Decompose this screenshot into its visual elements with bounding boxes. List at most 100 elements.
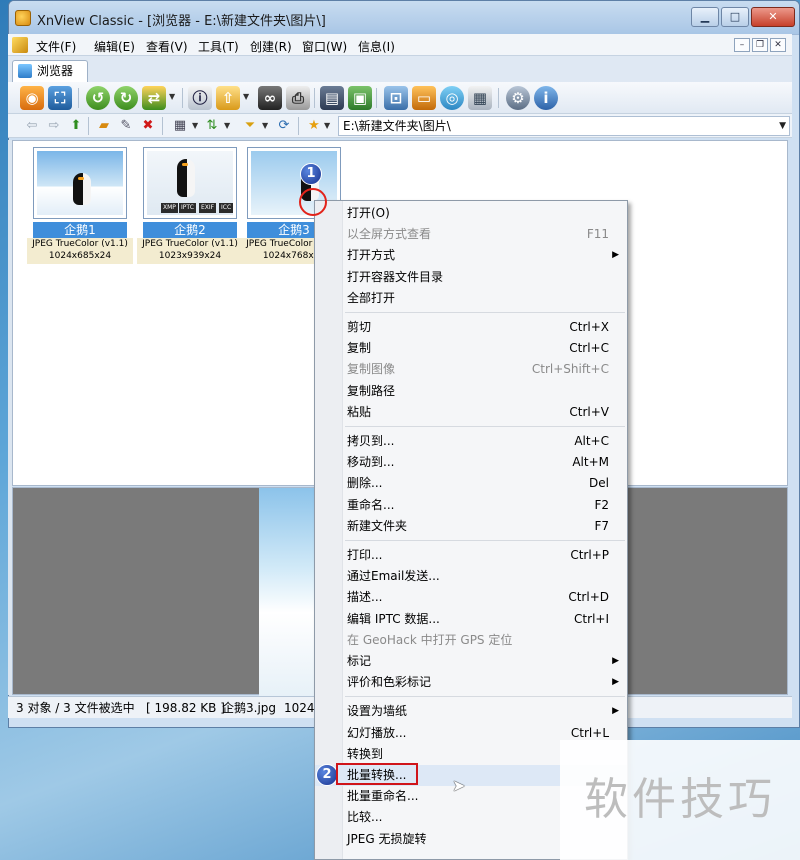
metadata-badge: ICC xyxy=(219,203,233,213)
capture-icon[interactable]: ⊡ xyxy=(384,86,408,110)
convert-icon[interactable]: ⇄ xyxy=(142,86,166,110)
settings-gear-icon[interactable]: ⚙ xyxy=(506,86,530,110)
convert-dropdown-caret[interactable]: ▼ xyxy=(169,92,175,101)
context-menu-item[interactable]: 描述... Ctrl+D xyxy=(315,587,627,608)
penguin-thumbnail-image xyxy=(37,151,123,215)
context-menu-item[interactable]: 标记 ▶ xyxy=(315,651,627,672)
context-menu-item[interactable]: 复制 Ctrl+C xyxy=(315,338,627,359)
export-icon[interactable]: ⇧ xyxy=(216,86,240,110)
navigation-bar: ⇦ ⇨ ⬆ ▰ ✎ ✖ ▦ ▼ ⇅ ▼ ⏷ ▼ ⟳ ★ ▼ E:\新建文件夹\图… xyxy=(8,114,792,138)
context-menu-item[interactable]: 新建文件夹 F7 xyxy=(315,516,627,537)
back-arrow-icon[interactable]: ⇦ xyxy=(24,118,40,134)
menu-item-shortcut: Del xyxy=(589,476,609,491)
menu-window[interactable]: 窗口(W) xyxy=(302,38,347,55)
menu-edit[interactable]: 编辑(E) xyxy=(94,38,135,55)
refresh-icon[interactable]: ⟳ xyxy=(276,118,292,134)
export-dropdown-caret[interactable]: ▼ xyxy=(243,92,249,101)
sort-dropdown-caret[interactable]: ▼ xyxy=(224,121,230,130)
toolbar-separator xyxy=(498,88,499,108)
filter-icon[interactable]: ⏷ xyxy=(242,118,258,134)
menu-item-label: 拷贝到... xyxy=(347,434,395,448)
context-menu-item[interactable]: 编辑 IPTC 数据... Ctrl+I xyxy=(315,609,627,630)
context-menu-item[interactable]: 全部打开 xyxy=(315,288,627,309)
menu-item-label: 打开(O) xyxy=(347,206,390,220)
close-button[interactable]: ✕ xyxy=(751,7,795,27)
menu-create[interactable]: 创建(R) xyxy=(250,38,292,55)
context-menu-item[interactable]: 打开(O) xyxy=(315,203,627,224)
rename-icon[interactable]: ✎ xyxy=(118,118,134,134)
menu-item-label: 新建文件夹 xyxy=(347,518,408,533)
menu-item-label: 设置为墙纸 xyxy=(347,704,408,719)
document-menu-icon[interactable] xyxy=(12,37,28,53)
filter-dropdown-caret[interactable]: ▼ xyxy=(262,121,268,130)
view-icon[interactable]: ◉ xyxy=(20,86,44,110)
thumbnail-item[interactable]: XMP IPTC EXIF ICC 企鹅2 JPEG TrueColor (v1… xyxy=(137,147,243,264)
print-icon[interactable]: ⎙ xyxy=(286,86,310,110)
thumbnail-view-icon[interactable]: ▦ xyxy=(172,118,188,134)
thumbnail-item[interactable]: 企鹅1 JPEG TrueColor (v1.1) 1024x685x24 xyxy=(27,147,133,264)
menu-item-label: 复制路径 xyxy=(347,383,396,398)
context-menu-item[interactable]: 评价和色彩标记 ▶ xyxy=(315,672,627,693)
maximize-button[interactable]: □ xyxy=(721,7,749,27)
about-info-icon[interactable]: i xyxy=(534,86,558,110)
web-icon[interactable]: ◎ xyxy=(440,86,464,110)
menu-separator xyxy=(345,540,625,541)
sort-icon[interactable]: ⇅ xyxy=(204,118,220,134)
context-menu-item[interactable]: 重命名... F2 xyxy=(315,495,627,516)
forward-arrow-icon[interactable]: ⇨ xyxy=(46,118,62,134)
properties-icon[interactable]: ⓘ xyxy=(188,86,212,110)
context-menu-item[interactable]: 设置为墙纸 ▶ xyxy=(315,701,627,722)
tab-browser[interactable]: 浏览器 xyxy=(12,60,88,82)
scanner-icon[interactable]: ▤ xyxy=(320,86,344,110)
rotate-right-icon[interactable]: ↻ xyxy=(114,86,138,110)
status-size: [ 198.82 KB ] xyxy=(146,701,225,715)
menu-file[interactable]: 文件(F) xyxy=(36,38,76,55)
context-menu-item[interactable]: 拷贝到... Alt+C xyxy=(315,431,627,452)
delete-icon[interactable]: ✖ xyxy=(140,118,156,134)
menu-item-label: 删除... xyxy=(347,476,383,491)
watermark: 软件技巧 xyxy=(560,740,800,860)
context-menu-item[interactable]: 删除... Del xyxy=(315,473,627,494)
favorites-star-icon[interactable]: ★ xyxy=(306,118,322,134)
menu-item-label: 复制图像 xyxy=(347,362,396,377)
contact-sheet-icon[interactable]: ▦ xyxy=(468,86,492,110)
menu-info[interactable]: 信息(I) xyxy=(358,38,395,55)
xnview-app-icon[interactable] xyxy=(15,10,31,26)
context-menu-item[interactable]: 打印... Ctrl+P xyxy=(315,545,627,566)
menu-item-label: 打开方式 xyxy=(347,248,396,263)
context-menu-item[interactable]: 移动到... Alt+M xyxy=(315,452,627,473)
path-input[interactable]: E:\新建文件夹\图片\ ▼ xyxy=(338,116,790,136)
penguin-figure xyxy=(177,159,195,197)
mdi-close-button[interactable]: ✕ xyxy=(770,38,786,52)
menu-item-label: JPEG 无损旋转 xyxy=(347,831,427,846)
new-folder-icon[interactable]: ▰ xyxy=(96,118,112,134)
penguin-thumbnail-image: XMP IPTC EXIF ICC xyxy=(147,151,233,215)
thumbnail-frame: XMP IPTC EXIF ICC xyxy=(143,147,237,219)
minimize-button[interactable]: ▁ xyxy=(691,7,719,27)
context-menu-item[interactable]: 粘贴 Ctrl+V xyxy=(315,402,627,423)
view-mode-dropdown-caret[interactable]: ▼ xyxy=(192,121,198,130)
rotate-left-icon[interactable]: ↺ xyxy=(86,86,110,110)
menu-view[interactable]: 查看(V) xyxy=(146,38,188,55)
submenu-arrow-icon: ▶ xyxy=(612,677,619,688)
menu-item-label: 全部打开 xyxy=(347,290,396,305)
context-menu-item[interactable]: 剪切 Ctrl+X xyxy=(315,317,627,338)
wallpaper-icon[interactable]: ▭ xyxy=(412,86,436,110)
status-object-count: 3 对象 / 3 文件被选中 xyxy=(16,701,135,715)
context-menu-item[interactable]: 打开方式 ▶ xyxy=(315,245,627,266)
slideshow-icon[interactable]: ▣ xyxy=(348,86,372,110)
favorites-dropdown-caret[interactable]: ▼ xyxy=(324,121,330,130)
fullscreen-icon[interactable]: ⛶ xyxy=(48,86,72,110)
chevron-down-icon[interactable]: ▼ xyxy=(779,117,786,135)
mdi-restore-button[interactable]: ❐ xyxy=(752,38,768,52)
up-folder-icon[interactable]: ⬆ xyxy=(68,118,84,134)
context-menu-item[interactable]: 打开容器文件目录 xyxy=(315,267,627,288)
mdi-minimize-button[interactable]: – xyxy=(734,38,750,52)
menu-item-shortcut: Alt+C xyxy=(574,434,609,448)
binoculars-icon[interactable]: ∞ xyxy=(258,86,282,110)
context-menu-item[interactable]: 复制路径 xyxy=(315,381,627,402)
menu-item-label: 复制 xyxy=(347,341,372,356)
context-menu-item[interactable]: 通过Email发送... xyxy=(315,566,627,587)
menu-separator xyxy=(345,696,625,698)
menu-tools[interactable]: 工具(T) xyxy=(198,38,239,55)
